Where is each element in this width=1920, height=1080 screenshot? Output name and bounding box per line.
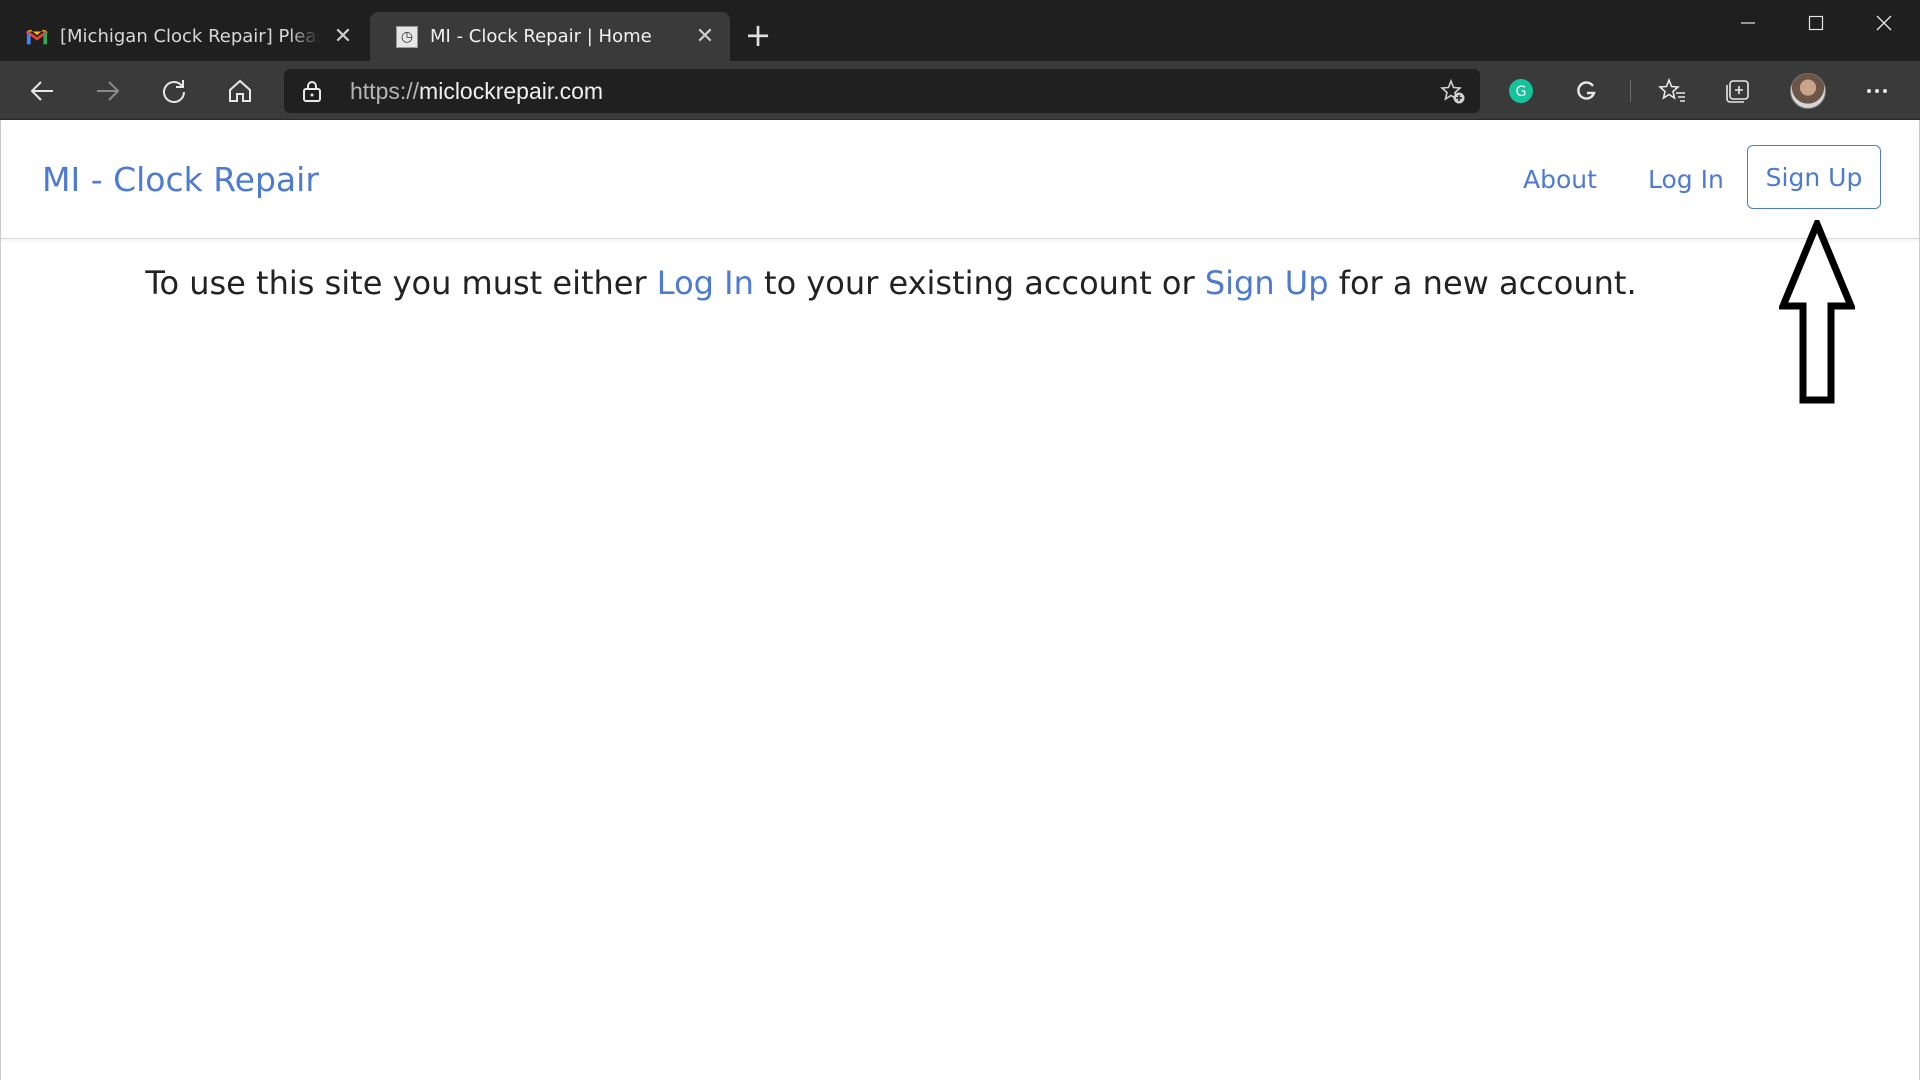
nav-login-link[interactable]: Log In bbox=[1648, 165, 1724, 194]
tab-title: [Michigan Clock Repair] Please Confirm bbox=[60, 26, 320, 47]
new-tab-button[interactable]: + bbox=[740, 18, 776, 54]
close-icon bbox=[1876, 15, 1892, 31]
signup-button[interactable]: Sign Up bbox=[1747, 145, 1881, 209]
settings-more-button[interactable] bbox=[1855, 69, 1899, 113]
arrow-left-icon bbox=[30, 81, 53, 101]
tab-mi-clock-repair[interactable]: ◷ MI - Clock Repair | Home ✕ bbox=[370, 12, 730, 61]
web-page: MI - Clock Repair About Log In Sign Up T… bbox=[0, 120, 1920, 1080]
home-button[interactable] bbox=[218, 69, 262, 113]
nav-about-link[interactable]: About bbox=[1523, 165, 1597, 194]
maximize-icon bbox=[1808, 15, 1824, 31]
lock-icon[interactable] bbox=[302, 80, 322, 102]
login-required-message: To use this site you must either Log In … bbox=[1, 264, 1781, 302]
site-navbar: MI - Clock Repair About Log In Sign Up bbox=[1, 120, 1919, 239]
browser-toolbar: https://miclockrepair.com G bbox=[0, 61, 1920, 120]
close-tab-icon[interactable]: ✕ bbox=[332, 24, 354, 49]
home-icon bbox=[229, 79, 251, 102]
url-text: https://miclockrepair.com bbox=[350, 78, 603, 105]
refresh-icon bbox=[163, 80, 185, 103]
tab-gmail[interactable]: [Michigan Clock Repair] Please Confirm ✕ bbox=[0, 12, 368, 61]
close-window-button[interactable] bbox=[1850, 0, 1918, 46]
grammarly-icon: G bbox=[1509, 79, 1533, 103]
url-host: miclockrepair.com bbox=[419, 78, 604, 104]
site-favicon-icon: ◷ bbox=[396, 25, 418, 48]
extension-g-icon bbox=[1577, 81, 1596, 100]
message-text: for a new account. bbox=[1328, 264, 1637, 302]
browser-title-bar: [Michigan Clock Repair] Please Confirm ✕… bbox=[0, 0, 1920, 61]
favorites-icon bbox=[1658, 78, 1685, 102]
message-login-link[interactable]: Log In bbox=[657, 264, 754, 302]
message-signup-link[interactable]: Sign Up bbox=[1205, 264, 1329, 302]
grammarly-extension-button[interactable]: G bbox=[1499, 69, 1543, 113]
svg-text:G: G bbox=[1516, 84, 1527, 100]
forward-button[interactable] bbox=[86, 69, 130, 113]
address-bar[interactable]: https://miclockrepair.com bbox=[284, 69, 1480, 113]
refresh-button[interactable] bbox=[152, 69, 196, 113]
gmail-icon bbox=[26, 26, 48, 48]
arrow-right-icon bbox=[97, 81, 120, 101]
collections-button[interactable] bbox=[1716, 69, 1760, 113]
minimize-icon bbox=[1741, 22, 1755, 24]
add-favorite-icon[interactable] bbox=[1440, 79, 1466, 105]
message-text: To use this site you must either bbox=[145, 264, 657, 302]
up-arrow-annotation-icon bbox=[1779, 220, 1855, 404]
minimize-button[interactable] bbox=[1714, 0, 1782, 46]
tab-title: MI - Clock Repair | Home bbox=[430, 26, 652, 47]
toolbar-separator bbox=[1630, 80, 1631, 102]
extension-button[interactable] bbox=[1565, 69, 1609, 113]
collections-icon bbox=[1726, 80, 1749, 103]
favorites-button[interactable] bbox=[1650, 69, 1694, 113]
maximize-button[interactable] bbox=[1782, 0, 1850, 46]
back-button[interactable] bbox=[20, 69, 64, 113]
url-scheme: https:// bbox=[350, 78, 420, 104]
site-brand-link[interactable]: MI - Clock Repair bbox=[42, 160, 319, 199]
message-text: to your existing account or bbox=[753, 264, 1205, 302]
profile-avatar[interactable] bbox=[1790, 73, 1826, 109]
more-icon bbox=[1867, 89, 1887, 93]
close-tab-icon[interactable]: ✕ bbox=[694, 24, 716, 49]
